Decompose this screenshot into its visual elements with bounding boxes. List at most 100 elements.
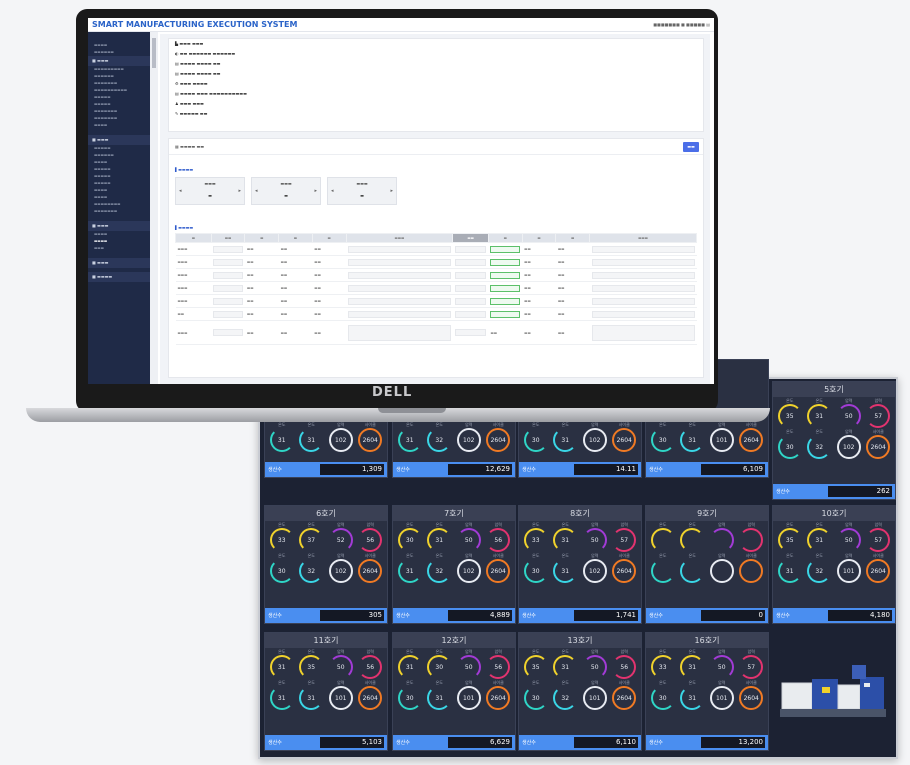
user-info[interactable]: ■■■■■■■ ■ ■■■■■ ▤ (653, 22, 710, 27)
production-count: 12,629 (448, 464, 512, 475)
production-count: 6,110 (574, 737, 638, 748)
quantity-stepper[interactable]: ▬▬▬ ▬ ◂ ▸ (175, 177, 245, 205)
machine-panel-7[interactable]: 7호기 온도 30 온도 31 압력 50 압력 56 온도 31 온도 32 압력 102 … (392, 505, 516, 624)
sidebar-item[interactable]: ▬▬▬▬ (88, 159, 150, 166)
sidebar-item[interactable]: ▬▬▬▬ (88, 42, 150, 49)
info-line: ▙ ▬▬▬ ▬▬▬ (175, 41, 204, 46)
sidebar-section[interactable]: ■ ▬▬▬▬ (88, 272, 150, 282)
gauge-meter (650, 559, 675, 583)
gauge-meter: 2604 (612, 559, 637, 583)
gauge-meter: 2604 (612, 686, 637, 710)
machine-panel-11[interactable]: 11호기 온도 31 온도 35 압력 50 압력 56 온도 31 온도 31 압력 101… (264, 632, 388, 751)
sidebar-item[interactable]: ▬▬▬▬ (88, 122, 150, 129)
sidebar-item[interactable]: ▬▬▬▬▬ (88, 166, 150, 173)
gauge-meter: 2604 (358, 686, 383, 710)
gauge-meter: 31 (553, 559, 578, 583)
sidebar-item[interactable]: ▬▬▬ (88, 245, 150, 252)
gauge-meter: 102 (836, 435, 861, 459)
gauge-label: 생산수 (522, 613, 536, 619)
table-row[interactable]: ▬▬▬ ▬▬ ▬▬ ▬▬ ▬▬ ▬▬ ▬▬ (175, 320, 697, 345)
gauge-meter: 33 (269, 528, 294, 552)
sidebar-section[interactable]: ■ ▬▬▬ (88, 221, 150, 231)
sidebar-item[interactable]: ▬▬▬▬▬ (88, 173, 150, 180)
gauge-meter: 30 (777, 435, 802, 459)
gauge-meter: 32 (553, 686, 578, 710)
gauge-meter: 31 (680, 655, 705, 679)
sidebar-item[interactable]: ▬▬▬▬▬▬ (88, 73, 150, 80)
section-label: ▌▬▬▬▬ (175, 167, 194, 172)
gauge-meter: 35 (299, 655, 324, 679)
info-line: ▤ ▬▬▬▬ ▬▬▬▬ ▬▬ (175, 61, 221, 66)
sidebar-item[interactable]: ▬▬▬▬▬ (88, 145, 150, 152)
gauge-meter (709, 528, 734, 552)
sidebar-item[interactable]: ▬▬▬▬▬ (88, 94, 150, 101)
production-count: 5,103 (320, 737, 384, 748)
machine-panel-13[interactable]: 13호기 온도 35 온도 31 압력 50 압력 56 온도 30 온도 32 압력 101… (518, 632, 642, 751)
sidebar-item[interactable]: ▬▬▬▬▬▬▬▬▬ (88, 66, 150, 73)
sidebar-item[interactable]: ▬▬▬▬▬▬▬ (88, 115, 150, 122)
table-row[interactable]: ▬▬▬ ▬▬ ▬▬ ▬▬ ▬▬ ▬▬ (175, 294, 697, 308)
gauge-meter: 2604 (866, 435, 891, 459)
sidebar-item[interactable]: ▬▬▬▬ (88, 187, 150, 194)
sidebar-item[interactable]: ▬▬▬▬▬▬▬▬ (88, 201, 150, 208)
gauge-meter (709, 559, 734, 583)
machine-name: 6호기 (265, 506, 387, 521)
sidebar-item[interactable]: ▬▬▬▬▬▬ (88, 49, 150, 56)
machine-panel-6[interactable]: 6호기 온도 33 온도 37 압력 52 압력 56 온도 30 온도 32 압력 102 … (264, 505, 388, 624)
sidebar-item-active[interactable]: ▬▬▬▬ (88, 238, 150, 245)
app-title: SMART MANUFACTURING EXECUTION SYSTEM (92, 20, 298, 29)
table-row[interactable]: ▬▬ ▬▬ ▬▬ ▬▬ ▬▬ ▬▬ (175, 307, 697, 321)
sidebar-item[interactable]: ▬▬▬▬▬▬▬ (88, 108, 150, 115)
laptop-display: SMART MANUFACTURING EXECUTION SYSTEM ■■■… (88, 18, 714, 384)
sidebar-section[interactable]: ■ ▬▬▬ (88, 135, 150, 145)
quantity-stepper[interactable]: ▬▬▬ ▬ ◂ ▸ (251, 177, 321, 205)
sidebar-section[interactable]: ■ ▬▬▬ (88, 258, 150, 268)
gauge-meter: 50 (836, 404, 861, 428)
gauge-meter: 101 (709, 428, 734, 452)
machine-name: 13호기 (519, 633, 641, 648)
gauge-meter: 31 (553, 528, 578, 552)
production-count: 6,629 (448, 737, 512, 748)
table-row[interactable]: ▬▬▬ ▬▬ ▬▬ ▬▬ ▬▬ ▬▬ (175, 268, 697, 282)
table-row[interactable]: ▬▬▬ ▬▬ ▬▬ ▬▬ ▬▬ ▬▬ (175, 255, 697, 269)
sidebar-item[interactable]: ▬▬▬▬ (88, 231, 150, 238)
gauge-meter: 102 (456, 559, 481, 583)
sidebar-scrollbar[interactable] (150, 32, 158, 384)
quantity-stepper[interactable]: ▬▬▬ ▬ ◂ ▸ (327, 177, 397, 205)
gauge-meter: 56 (358, 655, 383, 679)
machine-panel-8[interactable]: 8호기 온도 33 온도 31 압력 50 압력 57 온도 30 온도 31 압력 102 … (518, 505, 642, 624)
sidebar-item[interactable]: ▬▬▬▬▬▬ (88, 152, 150, 159)
sidebar-item[interactable]: ▬▬▬▬▬▬▬ (88, 80, 150, 87)
gauge-meter (739, 528, 764, 552)
gauge-meter: 50 (456, 528, 481, 552)
table-row[interactable]: ▬▬▬ ▬▬ ▬▬ ▬▬ ▬▬ ▬▬ (175, 242, 697, 256)
gauge-meter: 31 (680, 428, 705, 452)
sidebar-item[interactable]: ▬▬▬▬ (88, 194, 150, 201)
machine-panel-5[interactable]: 5호기 온도 35 온도 31 압력 50 압력 57 온도 30 온도 32 압력 102 … (772, 381, 896, 500)
sidebar-item[interactable]: ▬▬▬▬▬ (88, 180, 150, 187)
production-count: 4,889 (448, 610, 512, 621)
machine-name: 8호기 (519, 506, 641, 521)
table-row[interactable]: ▬▬▬ ▬▬ ▬▬ ▬▬ ▬▬ ▬▬ (175, 281, 697, 295)
machine-panel-16[interactable]: 16호기 온도 33 온도 31 압력 50 압력 57 온도 30 온도 31 압력 101… (645, 632, 769, 751)
gauge-meter: 101 (582, 686, 607, 710)
work-result-card: ▦ ▬▬▬▬ ▬▬ ▬▬ ▌▬▬▬▬ ▬▬▬ ▬ ◂ ▸ ▬▬▬ ▬ ◂ ▸ ▬▬▬ ▬ … (168, 138, 704, 378)
save-button[interactable]: ▬▬ (683, 142, 699, 152)
machine-panel-9[interactable]: 9호기 온도 온도 압력 압력 온도 온도 압력 사이클 생산수 0 (645, 505, 769, 624)
machine-panel-10[interactable]: 10호기 온도 35 온도 31 압력 50 압력 57 온도 31 온도 32 압력 101… (772, 505, 896, 624)
gauge-meter: 32 (427, 428, 452, 452)
gauge-label: 생산수 (649, 613, 663, 619)
sidebar-item[interactable]: ▬▬▬▬▬▬▬ (88, 208, 150, 215)
gauge-meter: 2604 (739, 686, 764, 710)
sidebar-section[interactable]: ■ ▬▬▬ (88, 56, 150, 66)
machine-panel-12[interactable]: 12호기 온도 31 온도 30 압력 50 압력 56 온도 30 온도 31 압력 101… (392, 632, 516, 751)
production-count: 4,180 (828, 610, 892, 621)
sidebar-item[interactable]: ▬▬▬▬▬ (88, 101, 150, 108)
gauge-meter: 30 (650, 686, 675, 710)
gauge-meter: 101 (836, 559, 861, 583)
gauge-meter: 30 (397, 528, 422, 552)
gauge-meter: 56 (486, 655, 511, 679)
sidebar-item[interactable]: ▬▬▬▬▬▬▬▬▬▬ (88, 87, 150, 94)
gauge-meter: 31 (807, 404, 832, 428)
gauge-meter: 31 (397, 428, 422, 452)
